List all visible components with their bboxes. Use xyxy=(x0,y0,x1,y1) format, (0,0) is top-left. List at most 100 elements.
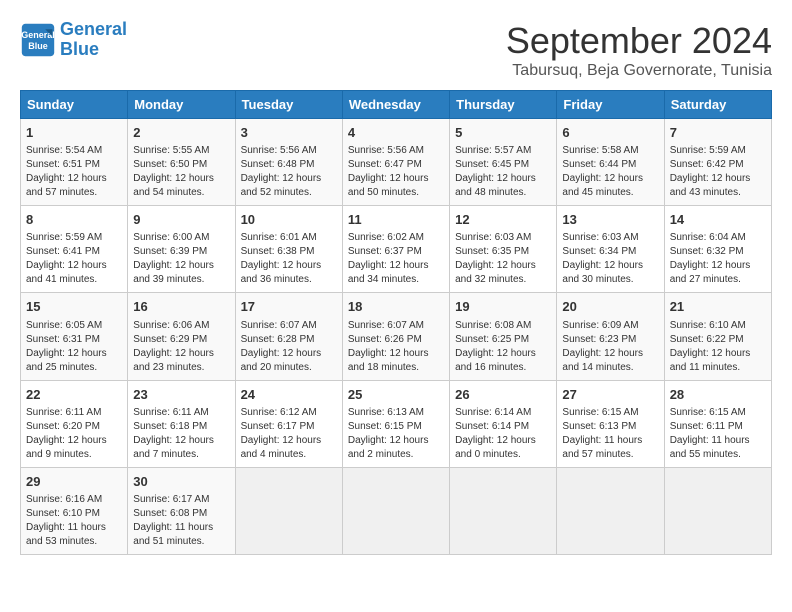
header-friday: Friday xyxy=(557,91,664,119)
calendar-cell: 6 Sunrise: 5:58 AM Sunset: 6:44 PM Daylig… xyxy=(557,119,664,206)
calendar-cell xyxy=(235,467,342,554)
day-number: 23 xyxy=(133,386,229,404)
header-sunday: Sunday xyxy=(21,91,128,119)
calendar-cell: 27 Sunrise: 6:15 AM Sunset: 6:13 PM Dayli… xyxy=(557,380,664,467)
day-info: Sunrise: 6:07 AM Sunset: 6:28 PM Dayligh… xyxy=(241,319,337,375)
week-row-2: 8 Sunrise: 5:59 AM Sunset: 6:41 PM Daylig… xyxy=(21,206,772,293)
day-number: 21 xyxy=(670,298,766,316)
page-header: General Blue GeneralBlue September 2024 … xyxy=(20,20,772,80)
day-info: Sunrise: 6:06 AM Sunset: 6:29 PM Dayligh… xyxy=(133,319,229,375)
header-monday: Monday xyxy=(128,91,235,119)
day-number: 2 xyxy=(133,124,229,142)
calendar-cell: 18Sunrise: 6:07 AM Sunset: 6:26 PM Dayli… xyxy=(342,293,449,380)
day-number: 29 xyxy=(26,473,122,491)
day-info: Sunrise: 6:08 AM Sunset: 6:25 PM Dayligh… xyxy=(455,319,551,375)
day-info: Sunrise: 6:05 AM Sunset: 6:31 PM Dayligh… xyxy=(26,319,122,375)
day-number: 26 xyxy=(455,386,551,404)
day-number: 30 xyxy=(133,473,229,491)
day-number: 20 xyxy=(562,298,658,316)
day-info: Sunrise: 6:09 AM Sunset: 6:23 PM Dayligh… xyxy=(562,319,658,375)
day-info: Sunrise: 5:58 AM Sunset: 6:44 PM Dayligh… xyxy=(562,144,658,200)
calendar-cell: 11 Sunrise: 6:02 AM Sunset: 6:37 PM Dayli… xyxy=(342,206,449,293)
day-number: 22 xyxy=(26,386,122,404)
calendar-cell xyxy=(342,467,449,554)
day-info: Sunrise: 5:56 AM Sunset: 6:47 PM Dayligh… xyxy=(348,144,444,200)
day-info: Sunrise: 6:10 AM Sunset: 6:22 PM Dayligh… xyxy=(670,319,766,375)
day-number: 13 xyxy=(562,211,658,229)
header-wednesday: Wednesday xyxy=(342,91,449,119)
day-number: 16 xyxy=(133,298,229,316)
svg-text:Blue: Blue xyxy=(28,41,48,51)
day-number: 10 xyxy=(241,211,337,229)
day-number: 6 xyxy=(562,124,658,142)
day-info: Sunrise: 6:15 AM Sunset: 6:13 PM Dayligh… xyxy=(562,406,658,462)
calendar-cell: 29 Sunrise: 6:16 AM Sunset: 6:10 PM Dayli… xyxy=(21,467,128,554)
logo-icon: General Blue xyxy=(20,22,56,58)
day-number: 24 xyxy=(241,386,337,404)
day-info: Sunrise: 5:59 AM Sunset: 6:41 PM Dayligh… xyxy=(26,231,122,287)
calendar-cell: 7 Sunrise: 5:59 AM Sunset: 6:42 PM Daylig… xyxy=(664,119,771,206)
calendar-cell: 9 Sunrise: 6:00 AM Sunset: 6:39 PM Daylig… xyxy=(128,206,235,293)
calendar-cell: 13Sunrise: 6:03 AM Sunset: 6:34 PM Dayli… xyxy=(557,206,664,293)
calendar-cell: 20 Sunrise: 6:09 AM Sunset: 6:23 PM Dayli… xyxy=(557,293,664,380)
calendar-cell: 8 Sunrise: 5:59 AM Sunset: 6:41 PM Daylig… xyxy=(21,206,128,293)
day-number: 17 xyxy=(241,298,337,316)
day-number: 11 xyxy=(348,211,444,229)
logo: General Blue GeneralBlue xyxy=(20,20,127,60)
day-info: Sunrise: 6:14 AM Sunset: 6:14 PM Dayligh… xyxy=(455,406,551,462)
header-saturday: Saturday xyxy=(664,91,771,119)
day-number: 25 xyxy=(348,386,444,404)
day-number: 15 xyxy=(26,298,122,316)
day-number: 7 xyxy=(670,124,766,142)
calendar-cell: 24 Sunrise: 6:12 AM Sunset: 6:17 PM Dayli… xyxy=(235,380,342,467)
calendar-cell: 21 Sunrise: 6:10 AM Sunset: 6:22 PM Dayli… xyxy=(664,293,771,380)
calendar-cell: 15 Sunrise: 6:05 AM Sunset: 6:31 PM Dayli… xyxy=(21,293,128,380)
day-info: Sunrise: 6:11 AM Sunset: 6:18 PM Dayligh… xyxy=(133,406,229,462)
week-row-4: 22 Sunrise: 6:11 AM Sunset: 6:20 PM Dayli… xyxy=(21,380,772,467)
day-info: Sunrise: 6:13 AM Sunset: 6:15 PM Dayligh… xyxy=(348,406,444,462)
calendar-cell: 30 Sunrise: 6:17 AM Sunset: 6:08 PM Dayli… xyxy=(128,467,235,554)
day-info: Sunrise: 6:07 AM Sunset: 6:26 PM Dayligh… xyxy=(348,319,444,375)
calendar-cell xyxy=(557,467,664,554)
day-info: Sunrise: 5:57 AM Sunset: 6:45 PM Dayligh… xyxy=(455,144,551,200)
calendar-cell xyxy=(450,467,557,554)
day-number: 5 xyxy=(455,124,551,142)
day-number: 9 xyxy=(133,211,229,229)
day-info: Sunrise: 6:17 AM Sunset: 6:08 PM Dayligh… xyxy=(133,493,229,549)
calendar-cell: 25 Sunrise: 6:13 AM Sunset: 6:15 PM Dayli… xyxy=(342,380,449,467)
calendar-table: SundayMondayTuesdayWednesdayThursdayFrid… xyxy=(20,90,772,555)
day-number: 28 xyxy=(670,386,766,404)
day-number: 12 xyxy=(455,211,551,229)
calendar-cell: 19Sunrise: 6:08 AM Sunset: 6:25 PM Dayli… xyxy=(450,293,557,380)
day-info: Sunrise: 6:11 AM Sunset: 6:20 PM Dayligh… xyxy=(26,406,122,462)
day-number: 4 xyxy=(348,124,444,142)
day-info: Sunrise: 5:54 AM Sunset: 6:51 PM Dayligh… xyxy=(26,144,122,200)
day-info: Sunrise: 6:01 AM Sunset: 6:38 PM Dayligh… xyxy=(241,231,337,287)
day-info: Sunrise: 5:59 AM Sunset: 6:42 PM Dayligh… xyxy=(670,144,766,200)
logo-text: GeneralBlue xyxy=(60,20,127,60)
calendar-cell: 26 Sunrise: 6:14 AM Sunset: 6:14 PM Dayli… xyxy=(450,380,557,467)
week-row-3: 15 Sunrise: 6:05 AM Sunset: 6:31 PM Dayli… xyxy=(21,293,772,380)
day-info: Sunrise: 6:12 AM Sunset: 6:17 PM Dayligh… xyxy=(241,406,337,462)
calendar-cell: 28Sunrise: 6:15 AM Sunset: 6:11 PM Dayli… xyxy=(664,380,771,467)
day-number: 8 xyxy=(26,211,122,229)
day-info: Sunrise: 6:02 AM Sunset: 6:37 PM Dayligh… xyxy=(348,231,444,287)
calendar-cell: 1 Sunrise: 5:54 AM Sunset: 6:51 PM Daylig… xyxy=(21,119,128,206)
calendar-cell: 10 Sunrise: 6:01 AM Sunset: 6:38 PM Dayli… xyxy=(235,206,342,293)
header-row: SundayMondayTuesdayWednesdayThursdayFrid… xyxy=(21,91,772,119)
calendar-cell: 23 Sunrise: 6:11 AM Sunset: 6:18 PM Dayli… xyxy=(128,380,235,467)
day-number: 27 xyxy=(562,386,658,404)
day-info: Sunrise: 6:00 AM Sunset: 6:39 PM Dayligh… xyxy=(133,231,229,287)
calendar-cell: 12Sunrise: 6:03 AM Sunset: 6:35 PM Dayli… xyxy=(450,206,557,293)
day-info: Sunrise: 5:55 AM Sunset: 6:50 PM Dayligh… xyxy=(133,144,229,200)
calendar-cell xyxy=(664,467,771,554)
title-area: September 2024 Tabursuq, Beja Governorat… xyxy=(506,20,772,80)
day-number: 14 xyxy=(670,211,766,229)
day-number: 3 xyxy=(241,124,337,142)
subtitle: Tabursuq, Beja Governorate, Tunisia xyxy=(506,62,772,80)
day-info: Sunrise: 6:16 AM Sunset: 6:10 PM Dayligh… xyxy=(26,493,122,549)
calendar-cell: 2 Sunrise: 5:55 AM Sunset: 6:50 PM Daylig… xyxy=(128,119,235,206)
calendar-cell: 16 Sunrise: 6:06 AM Sunset: 6:29 PM Dayli… xyxy=(128,293,235,380)
day-number: 1 xyxy=(26,124,122,142)
header-thursday: Thursday xyxy=(450,91,557,119)
